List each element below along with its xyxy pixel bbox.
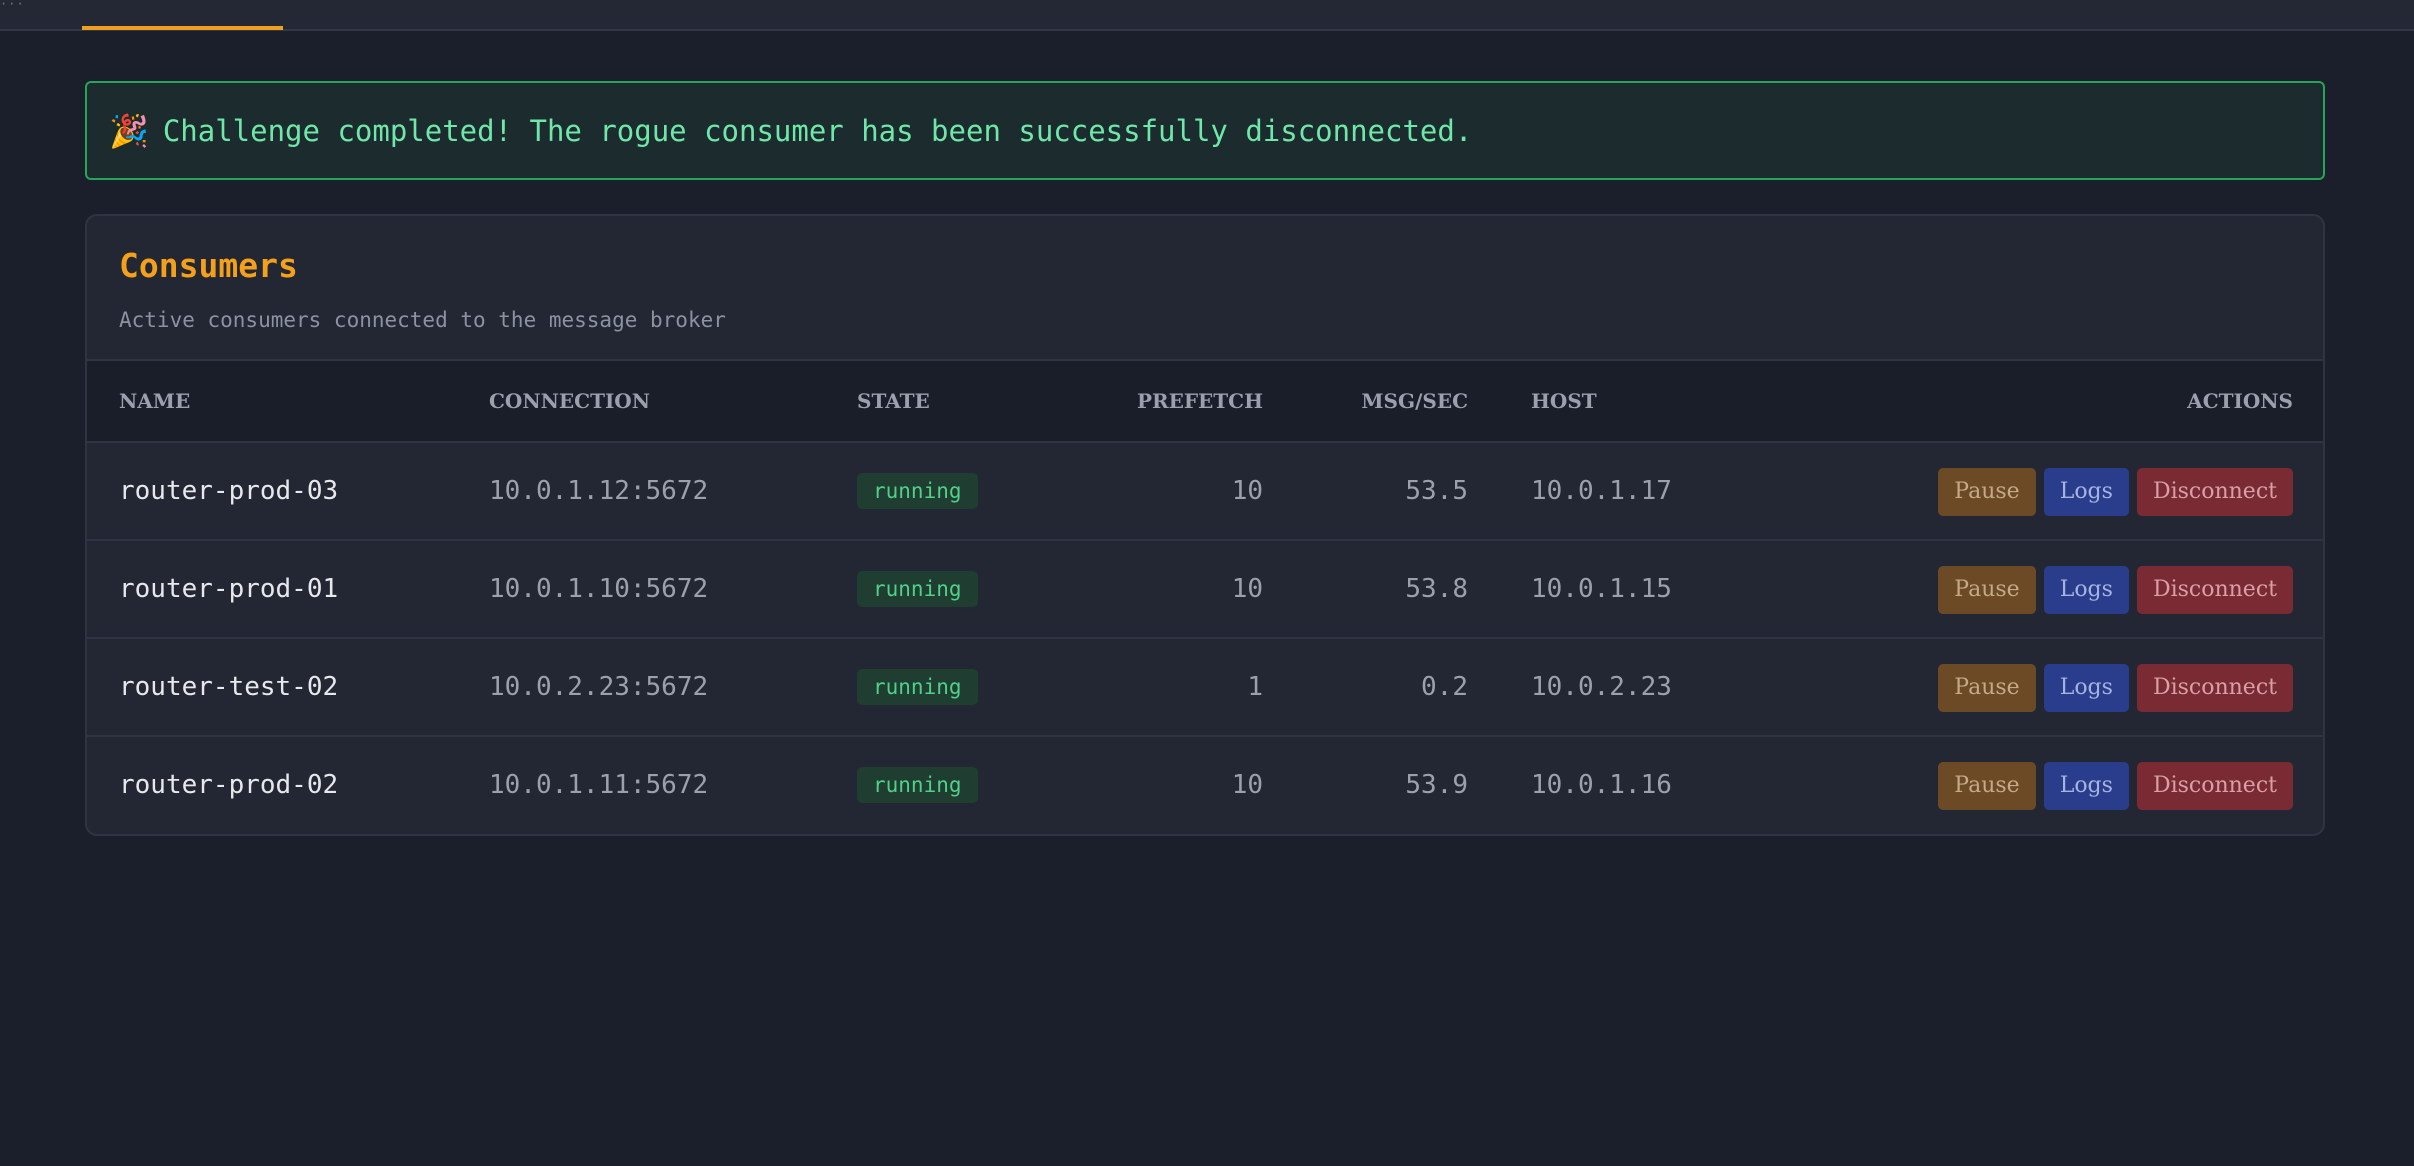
panel-subtitle: Active consumers connected to the messag…: [119, 308, 726, 332]
column-header-connection: CONNECTION: [489, 389, 651, 413]
consumer-prefetch: 10: [1231, 574, 1263, 604]
status-badge: running: [857, 767, 978, 803]
column-header-host: HOST: [1531, 389, 1597, 413]
more-icon[interactable]: ···: [0, 0, 25, 10]
alert-message: Challenge completed! The rogue consumer …: [162, 113, 1473, 148]
table-header: NAME CONNECTION STATE PREFETCH MSG/SEC H…: [87, 361, 2323, 443]
consumer-prefetch: 1: [1247, 672, 1263, 702]
consumer-name: router-prod-01: [119, 574, 339, 604]
consumer-host: 10.0.1.15: [1531, 574, 1672, 604]
logs-button[interactable]: Logs: [2043, 664, 2129, 712]
status-badge: running: [857, 571, 978, 607]
status-badge: running: [857, 473, 978, 509]
consumer-name: router-test-02: [119, 672, 339, 702]
disconnect-button[interactable]: Disconnect: [2136, 566, 2293, 614]
disconnect-button[interactable]: Disconnect: [2136, 468, 2293, 516]
consumer-name: router-prod-02: [119, 770, 339, 800]
consumer-connection: 10.0.1.12:5672: [489, 476, 709, 506]
consumer-host: 10.0.1.16: [1531, 770, 1672, 800]
disconnect-button[interactable]: Disconnect: [2136, 664, 2293, 712]
consumer-host: 10.0.1.17: [1531, 476, 1672, 506]
pause-button[interactable]: Pause: [1938, 468, 2036, 516]
column-header-actions: ACTIONS: [2187, 389, 2293, 413]
consumer-prefetch: 10: [1231, 476, 1263, 506]
table-row: router-prod-02 10.0.1.11:5672 running 10…: [87, 737, 2323, 834]
consumer-msg-sec: 53.8: [1405, 574, 1468, 604]
consumer-connection: 10.0.2.23:5672: [489, 672, 709, 702]
table-row: router-prod-01 10.0.1.10:5672 running 10…: [87, 541, 2323, 639]
disconnect-button[interactable]: Disconnect: [2136, 762, 2293, 810]
party-popper-icon: 🎉: [109, 111, 149, 150]
row-actions: Pause Logs Disconnect: [1938, 566, 2293, 614]
top-nav-bar: ···: [0, 0, 2414, 31]
state-cell: running: [857, 571, 978, 607]
column-header-prefetch: PREFETCH: [1136, 389, 1263, 413]
row-actions: Pause Logs Disconnect: [1938, 762, 2293, 810]
state-cell: running: [857, 767, 978, 803]
status-badge: running: [857, 669, 978, 705]
success-alert: 🎉 Challenge completed! The rogue consume…: [85, 81, 2325, 180]
logs-button[interactable]: Logs: [2043, 566, 2129, 614]
state-cell: running: [857, 669, 978, 705]
consumer-prefetch: 10: [1231, 770, 1263, 800]
consumer-name: router-prod-03: [119, 476, 339, 506]
panel-title: Consumers: [119, 246, 298, 285]
pause-button[interactable]: Pause: [1938, 566, 2036, 614]
row-actions: Pause Logs Disconnect: [1938, 664, 2293, 712]
consumer-msg-sec: 0.2: [1421, 672, 1468, 702]
column-header-name: NAME: [119, 389, 191, 413]
row-actions: Pause Logs Disconnect: [1938, 468, 2293, 516]
consumer-host: 10.0.2.23: [1531, 672, 1672, 702]
panel-header: Consumers Active consumers connected to …: [87, 216, 2323, 361]
logs-button[interactable]: Logs: [2043, 468, 2129, 516]
consumer-connection: 10.0.1.11:5672: [489, 770, 709, 800]
pause-button[interactable]: Pause: [1938, 664, 2036, 712]
consumer-connection: 10.0.1.10:5672: [489, 574, 709, 604]
active-tab-indicator: [82, 26, 283, 30]
pause-button[interactable]: Pause: [1938, 762, 2036, 810]
consumers-panel: Consumers Active consumers connected to …: [85, 214, 2325, 836]
logs-button[interactable]: Logs: [2043, 762, 2129, 810]
column-header-state: STATE: [857, 389, 930, 413]
column-header-msg-sec: MSG/SEC: [1361, 389, 1468, 413]
consumer-msg-sec: 53.5: [1405, 476, 1468, 506]
state-cell: running: [857, 473, 978, 509]
table-row: router-prod-03 10.0.1.12:5672 running 10…: [87, 443, 2323, 541]
consumer-msg-sec: 53.9: [1405, 770, 1468, 800]
table-row: router-test-02 10.0.2.23:5672 running 1 …: [87, 639, 2323, 737]
